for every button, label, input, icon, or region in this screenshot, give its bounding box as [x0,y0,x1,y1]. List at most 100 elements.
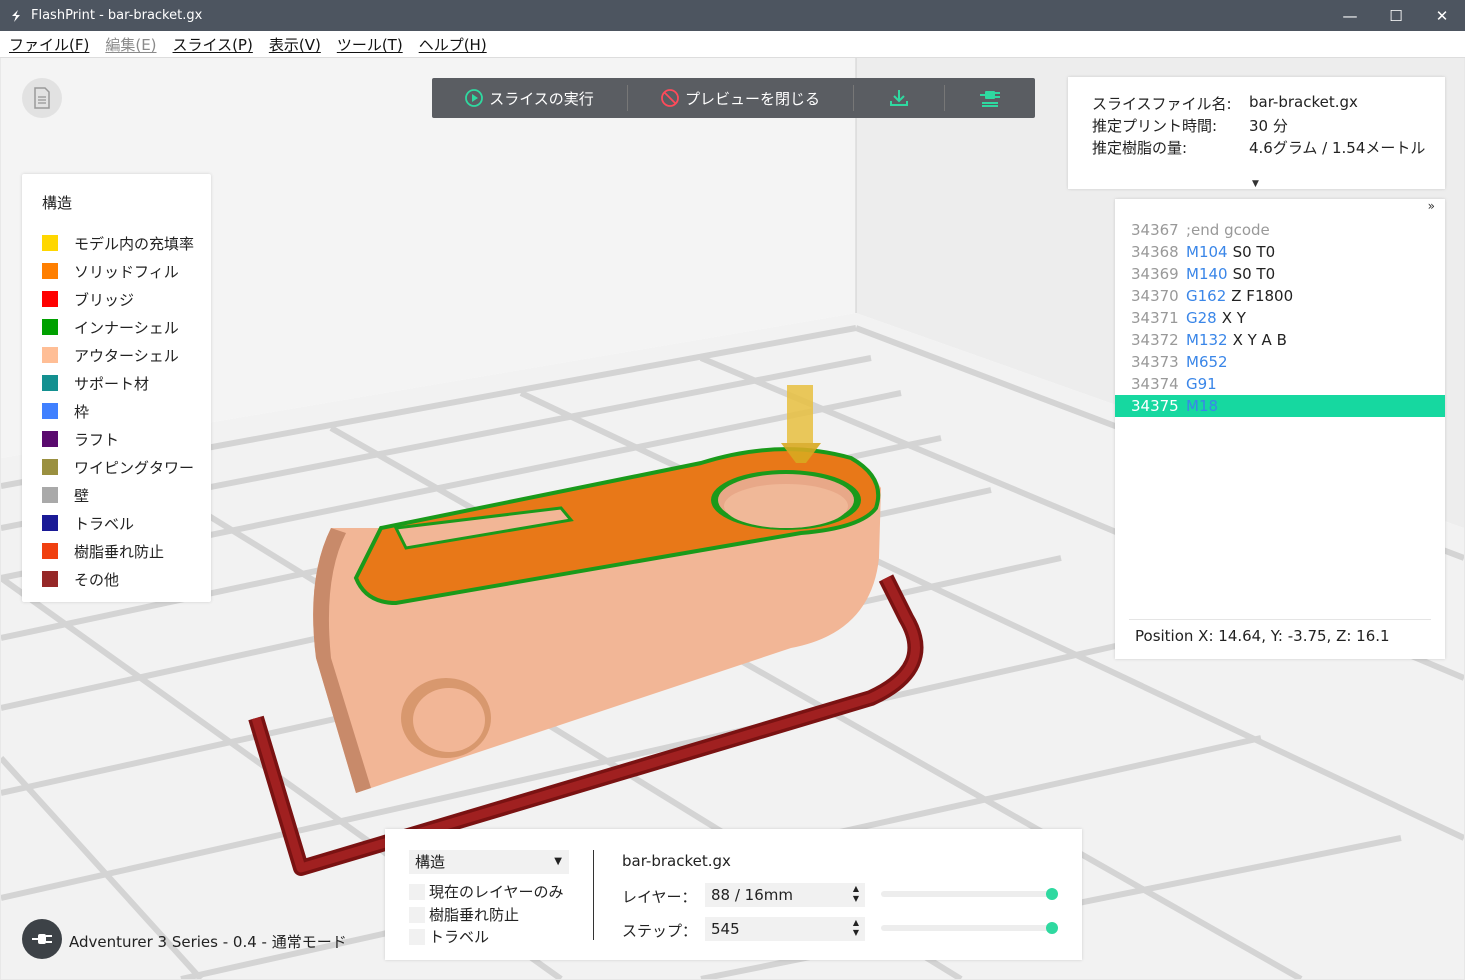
preview-control-panel: 構造 ▼ 現在のレイヤーのみ 樹脂垂れ防止 トラベル bar-bracket.g… [385,829,1082,960]
close-button[interactable]: ✕ [1419,0,1465,31]
export-button[interactable] [854,78,944,118]
legend-item: 壁 [42,481,211,509]
line-number: 34370 [1131,287,1179,305]
spin-down-icon[interactable]: ▼ [853,894,859,904]
structure-legend: 構造 モデル内の充填率 ソリッドフィル ブリッジ インナーシェル アウターシェル サポート… [22,174,211,602]
printer-connect-button[interactable] [22,919,62,959]
legend-label: モデル内の充填率 [74,234,195,253]
menu-edit[interactable]: 編集(E) [105,34,156,55]
spin-up-icon[interactable]: ▲ [853,918,859,928]
legend-swatch [42,375,58,391]
info-key: スライスファイル名: [1092,95,1232,113]
checkbox-box[interactable] [409,928,425,945]
legend-swatch [42,459,58,475]
legend-label: ラフト [74,430,120,449]
legend-swatch [42,571,58,587]
legend-swatch [42,347,58,363]
document-icon [34,87,50,109]
expand-icon[interactable]: » [1428,199,1435,213]
travel-checkbox[interactable]: トラベル [409,926,489,947]
layer-slider[interactable] [881,888,1058,900]
gcode-line[interactable]: 34374 G91 [1115,373,1445,395]
gcode-line[interactable]: 34370 G162 Z F1800 [1115,285,1445,307]
file-info-button[interactable] [22,78,62,118]
print-button[interactable] [945,78,1035,118]
title-bar: FlashPrint - bar-bracket.gx — ☐ ✕ [0,0,1465,31]
legend-swatch [42,403,58,419]
legend-item: サポート材 [42,369,211,397]
gcode-line[interactable]: 34375 M18 [1115,395,1445,417]
legend-item: その他 [42,565,211,593]
slice-info-panel: スライスファイル名: bar-bracket.gx 推定プリント時間: 30 分… [1068,77,1445,189]
step-spinbox[interactable]: 545 ▲ ▼ [705,917,865,941]
line-number: 34375 [1131,397,1179,415]
3d-viewport[interactable]: スライスの実行 プレビューを閉じる 構造 モデル内の充填率 ソリッドフィル ブリ… [1,58,1464,979]
run-slice-button[interactable]: スライスの実行 [432,78,627,118]
minimize-button[interactable]: — [1327,0,1373,31]
gcode-line[interactable]: 34369 M140 S0 T0 [1115,263,1445,285]
line-number: 34367 [1131,221,1179,239]
menu-slice[interactable]: スライス(P) [173,34,253,55]
legend-label: ワイピングタワー [74,458,195,477]
legend-label: トラベル [74,514,135,533]
nozzle-position: Position X: 14.64, Y: -3.75, Z: 16.1 [1135,627,1390,645]
divider [593,850,594,940]
legend-label: アウターシェル [74,346,179,365]
spin-down-icon[interactable]: ▼ [853,928,859,938]
gcode-line[interactable]: 34373 M652 [1115,351,1445,373]
menu-file[interactable]: ファイル(F) [9,34,89,55]
legend-label: ソリッドフィル [74,262,179,281]
checkbox-box[interactable] [409,883,425,900]
gcode-args: X Y A B [1232,331,1287,349]
info-row-material: 推定樹脂の量: 4.6グラム / 1.54メートル [1092,137,1445,159]
gcode-line[interactable]: 34367 ;end gcode [1115,219,1445,241]
layer-value: 88 / 16mm [711,886,793,904]
printer-connect-icon [980,91,1000,107]
slider-handle[interactable] [1046,922,1058,934]
gcode-line[interactable]: 34371 G28 X Y [1115,307,1445,329]
legend-item: ソリッドフィル [42,257,211,285]
legend-item: モデル内の充填率 [42,229,211,257]
checkbox-box[interactable] [409,906,425,923]
gcode-command: M140 [1186,265,1228,283]
step-slider[interactable] [881,922,1058,934]
checkbox-label: トラベル [429,928,490,946]
select-value: 構造 [415,853,446,871]
legend-item: 樹脂垂れ防止 [42,537,211,565]
step-label: ステップ： [622,922,698,940]
spin-up-icon[interactable]: ▲ [853,884,859,894]
maximize-button[interactable]: ☐ [1373,0,1419,31]
menu-tools[interactable]: ツール(T) [337,34,403,55]
info-key: 推定樹脂の量: [1092,139,1188,157]
legend-label: 樹脂垂れ防止 [74,542,165,561]
legend-item: ワイピングタワー [42,453,211,481]
layer-spinbox[interactable]: 88 / 16mm ▲ ▼ [705,883,865,907]
legend-label: インナーシェル [74,318,179,337]
gcode-command: G91 [1186,375,1217,393]
info-value: 4.6グラム / 1.54メートル [1249,139,1426,157]
current-layer-only-checkbox[interactable]: 現在のレイヤーのみ [409,881,564,902]
legend-label: その他 [74,570,120,589]
menu-view[interactable]: 表示(V) [269,34,321,55]
info-value: 30 分 [1249,117,1288,135]
menu-help[interactable]: ヘルプ(H) [419,34,487,55]
legend-swatch [42,431,58,447]
flashprint-logo-icon [12,9,20,22]
line-number: 34369 [1131,265,1179,283]
gcode-args: Z F1800 [1231,287,1294,305]
info-key: 推定プリント時間: [1092,117,1218,135]
display-mode-select[interactable]: 構造 ▼ [409,850,569,874]
close-preview-button[interactable]: プレビューを閉じる [628,78,853,118]
ooze-shield-checkbox[interactable]: 樹脂垂れ防止 [409,904,519,925]
legend-item: アウターシェル [42,341,211,369]
collapse-caret-icon[interactable]: ▼ [1252,179,1259,189]
gcode-line[interactable]: 34368 M104 S0 T0 [1115,241,1445,263]
slider-handle[interactable] [1046,888,1058,900]
gcode-line[interactable]: 34372 M132 X Y A B [1115,329,1445,351]
gcode-panel: » 34367 ;end gcode 34368 M104 S0 T0 34369 M140… [1115,199,1445,659]
menu-bar: ファイル(F) 編集(E) スライス(P) 表示(V) ツール(T) ヘルプ(H… [0,31,1465,58]
legend-swatch [42,235,58,251]
line-number: 34372 [1131,331,1179,349]
gcode-command: M132 [1186,331,1228,349]
legend-swatch [42,543,58,559]
